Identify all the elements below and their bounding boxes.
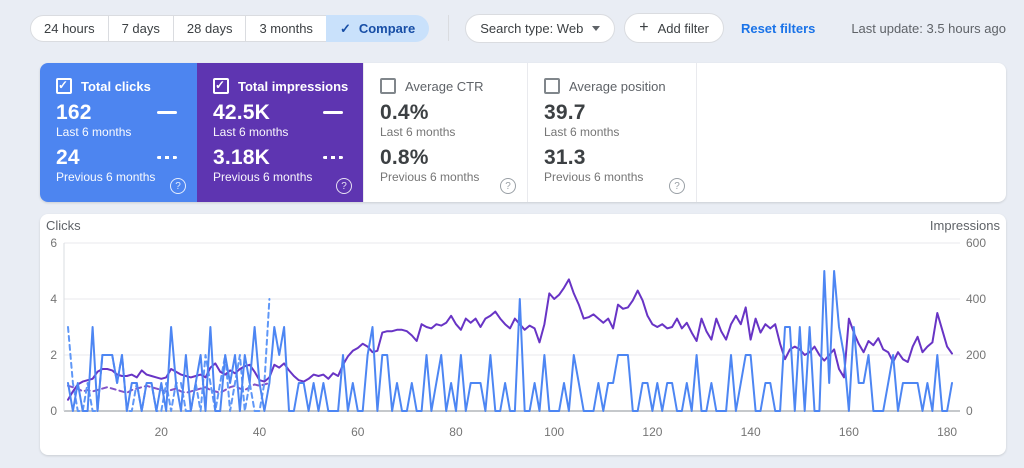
toolbar-divider bbox=[448, 15, 449, 41]
svg-text:4: 4 bbox=[50, 292, 57, 306]
metric-previous-value: 3.18K bbox=[213, 146, 270, 169]
metric-previous-caption: Previous 6 months bbox=[56, 170, 185, 184]
svg-text:140: 140 bbox=[741, 425, 761, 439]
help-icon[interactable] bbox=[170, 178, 186, 194]
svg-text:100: 100 bbox=[544, 425, 564, 439]
metric-previous-caption: Previous 6 months bbox=[380, 170, 515, 184]
metric-current-value: 0.4% bbox=[380, 101, 429, 124]
checkmark-icon: ✓ bbox=[340, 22, 351, 35]
date-range-compare-selected[interactable]: ✓ Compare bbox=[326, 15, 429, 42]
metric-current-caption: Last 6 months bbox=[380, 125, 515, 139]
dashed-line-icon bbox=[323, 156, 343, 159]
chevron-down-icon bbox=[592, 26, 600, 31]
date-range-7-days[interactable]: 7 days bbox=[108, 15, 174, 42]
svg-text:6: 6 bbox=[50, 236, 57, 250]
date-range-group: 24 hours 7 days 28 days 3 months ✓ Compa… bbox=[30, 15, 429, 42]
svg-text:400: 400 bbox=[966, 292, 986, 306]
metric-card-average-position[interactable]: Average position 39.7 Last 6 months 31.3… bbox=[527, 63, 697, 202]
metric-previous-caption: Previous 6 months bbox=[213, 170, 351, 184]
metric-card-total-clicks[interactable]: Total clicks 162 Last 6 months 24 Previo… bbox=[40, 63, 197, 202]
help-icon[interactable] bbox=[669, 178, 685, 194]
svg-text:60: 60 bbox=[351, 425, 365, 439]
filter-toolbar: 24 hours 7 days 28 days 3 months ✓ Compa… bbox=[0, 0, 1024, 43]
svg-text:120: 120 bbox=[642, 425, 662, 439]
svg-text:160: 160 bbox=[839, 425, 859, 439]
solid-line-icon bbox=[323, 111, 343, 114]
svg-text:40: 40 bbox=[253, 425, 267, 439]
date-range-28-days[interactable]: 28 days bbox=[173, 15, 247, 42]
metric-label: Total clicks bbox=[81, 79, 151, 94]
metric-current-value: 39.7 bbox=[544, 101, 586, 124]
performance-chart[interactable]: 0246020040060020406080100120140160180Cli… bbox=[40, 214, 1006, 455]
metrics-banner: Total clicks 162 Last 6 months 24 Previo… bbox=[40, 63, 1006, 202]
date-range-24-hours[interactable]: 24 hours bbox=[30, 15, 109, 42]
date-range-3-months[interactable]: 3 months bbox=[245, 15, 326, 42]
plus-icon: + bbox=[639, 20, 648, 36]
checkbox-unchecked-icon[interactable] bbox=[380, 78, 396, 94]
performance-chart-card: 0246020040060020406080100120140160180Cli… bbox=[40, 214, 1006, 455]
checkbox-unchecked-icon[interactable] bbox=[544, 78, 560, 94]
svg-text:200: 200 bbox=[966, 348, 986, 362]
metric-current-caption: Last 6 months bbox=[213, 125, 351, 139]
help-icon[interactable] bbox=[336, 178, 352, 194]
compare-label: Compare bbox=[359, 21, 415, 36]
svg-text:Impressions: Impressions bbox=[930, 218, 1001, 233]
search-type-dropdown[interactable]: Search type: Web bbox=[465, 14, 615, 43]
svg-text:Clicks: Clicks bbox=[46, 218, 81, 233]
metric-previous-value: 0.8% bbox=[380, 146, 429, 169]
dashed-line-icon bbox=[157, 156, 177, 159]
checkbox-checked-icon[interactable] bbox=[56, 78, 72, 94]
reset-filters-link[interactable]: Reset filters bbox=[741, 21, 815, 36]
metric-card-average-ctr[interactable]: Average CTR 0.4% Last 6 months 0.8% Prev… bbox=[363, 63, 527, 202]
metric-label: Average CTR bbox=[405, 79, 484, 94]
svg-text:0: 0 bbox=[50, 404, 57, 418]
svg-text:600: 600 bbox=[966, 236, 986, 250]
add-filter-label: Add filter bbox=[658, 21, 709, 36]
svg-text:0: 0 bbox=[966, 404, 973, 418]
search-type-label: Search type: Web bbox=[480, 21, 583, 36]
metric-previous-value: 31.3 bbox=[544, 146, 586, 169]
metric-label: Average position bbox=[569, 79, 666, 94]
metric-card-total-impressions[interactable]: Total impressions 42.5K Last 6 months 3.… bbox=[197, 63, 363, 202]
svg-text:20: 20 bbox=[155, 425, 169, 439]
checkbox-checked-icon[interactable] bbox=[213, 78, 229, 94]
help-icon[interactable] bbox=[500, 178, 516, 194]
metric-label: Total impressions bbox=[238, 79, 348, 94]
metric-previous-caption: Previous 6 months bbox=[544, 170, 684, 184]
last-update-text: Last update: 3.5 hours ago bbox=[851, 21, 1006, 36]
metric-current-caption: Last 6 months bbox=[544, 125, 684, 139]
svg-text:80: 80 bbox=[449, 425, 463, 439]
metric-previous-value: 24 bbox=[56, 146, 80, 169]
metric-current-value: 162 bbox=[56, 101, 92, 124]
add-filter-button[interactable]: + Add filter bbox=[624, 13, 724, 43]
solid-line-icon bbox=[157, 111, 177, 114]
metric-current-caption: Last 6 months bbox=[56, 125, 185, 139]
metric-current-value: 42.5K bbox=[213, 101, 270, 124]
svg-text:2: 2 bbox=[50, 348, 57, 362]
svg-text:180: 180 bbox=[937, 425, 957, 439]
